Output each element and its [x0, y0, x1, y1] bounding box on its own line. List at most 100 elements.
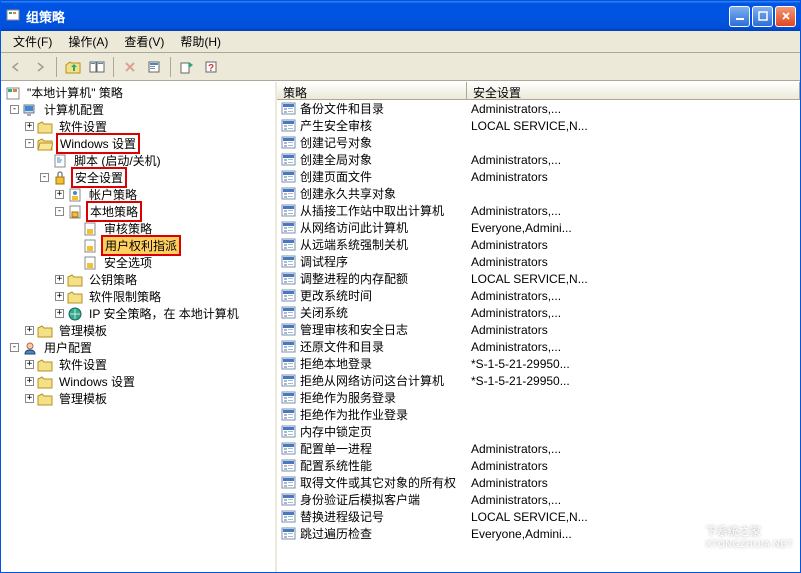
- list-row[interactable]: 还原文件和目录Administrators,...: [277, 338, 800, 355]
- list-row[interactable]: 拒绝作为批作业登录: [277, 406, 800, 423]
- list-row[interactable]: 调试程序Administrators: [277, 253, 800, 270]
- policy-setting-icon: [281, 357, 297, 370]
- menu-action[interactable]: 操作(A): [60, 31, 116, 52]
- expand-icon[interactable]: +: [22, 323, 37, 338]
- policy-setting-icon: [281, 459, 297, 472]
- collapse-icon[interactable]: -: [37, 170, 52, 185]
- policy-setting-icon: [281, 255, 297, 268]
- tree-user-rights[interactable]: 用户权利指派: [1, 237, 275, 254]
- list-row[interactable]: 拒绝本地登录*S-1-5-21-29950...: [277, 355, 800, 372]
- close-button[interactable]: [775, 6, 796, 27]
- collapse-icon[interactable]: -: [22, 136, 37, 151]
- column-policy[interactable]: 策略: [277, 82, 467, 100]
- tree-computer-config[interactable]: - 计算机配置: [1, 101, 275, 118]
- policy-setting-icon: [281, 221, 297, 234]
- tree-user-config[interactable]: - 用户配置: [1, 339, 275, 356]
- expand-icon[interactable]: +: [22, 374, 37, 389]
- list-row[interactable]: 跳过遍历检查Everyone,Admini...: [277, 525, 800, 542]
- list-row[interactable]: 拒绝作为服务登录: [277, 389, 800, 406]
- list-row[interactable]: 产生安全审核LOCAL SERVICE,N...: [277, 117, 800, 134]
- list-row[interactable]: 创建页面文件Administrators: [277, 168, 800, 185]
- tree-scripts[interactable]: 脚本 (启动/关机): [1, 152, 275, 169]
- policy-setting-icon: [281, 170, 297, 183]
- ip-icon: [67, 306, 83, 322]
- collapse-icon[interactable]: -: [7, 102, 22, 117]
- export-button[interactable]: [176, 56, 198, 78]
- delete-button: [119, 56, 141, 78]
- folder-icon: [37, 323, 53, 339]
- policy-setting-icon: [281, 476, 297, 489]
- menu-file[interactable]: 文件(F): [5, 31, 60, 52]
- list-row[interactable]: 拒绝从网络访问这台计算机*S-1-5-21-29950...: [277, 372, 800, 389]
- list-row[interactable]: 从网络访问此计算机Everyone,Admini...: [277, 219, 800, 236]
- list-row[interactable]: 管理审核和安全日志Administrators: [277, 321, 800, 338]
- script-icon: [52, 153, 68, 169]
- policy-name: 创建页面文件: [300, 168, 372, 185]
- collapse-icon[interactable]: -: [52, 204, 67, 219]
- tree-local-policy[interactable]: - 本地策略: [1, 203, 275, 220]
- tree-ip-security[interactable]: + IP 安全策略，在 本地计算机: [1, 305, 275, 322]
- tree-security-settings[interactable]: - 安全设置: [1, 169, 275, 186]
- policy-setting-icon: [281, 323, 297, 336]
- tree-windows-settings2[interactable]: + Windows 设置: [1, 373, 275, 390]
- list-row[interactable]: 备份文件和目录Administrators,...: [277, 100, 800, 117]
- tree-pane[interactable]: "本地计算机" 策略 - 计算机配置 + 软件设置 -: [1, 82, 277, 572]
- policy-name: 拒绝从网络访问这台计算机: [300, 372, 444, 389]
- computer-icon: [22, 102, 38, 118]
- expand-icon[interactable]: +: [52, 187, 67, 202]
- show-hide-button[interactable]: [86, 56, 108, 78]
- policy-name: 更改系统时间: [300, 287, 372, 304]
- column-setting[interactable]: 安全设置: [467, 82, 800, 100]
- svg-text:?: ?: [208, 63, 214, 74]
- expand-icon[interactable]: +: [52, 289, 67, 304]
- collapse-icon[interactable]: -: [7, 340, 22, 355]
- tree-software-settings2[interactable]: + 软件设置: [1, 356, 275, 373]
- minimize-button[interactable]: [729, 6, 750, 27]
- policy-setting-icon: [281, 102, 297, 115]
- tree-label: 管理模板: [56, 389, 110, 408]
- tree-windows-settings[interactable]: - Windows 设置: [1, 135, 275, 152]
- maximize-button[interactable]: [752, 6, 773, 27]
- expand-icon[interactable]: +: [22, 357, 37, 372]
- list-row[interactable]: 创建全局对象Administrators,...: [277, 151, 800, 168]
- tree-admin-templates[interactable]: + 管理模板: [1, 322, 275, 339]
- policy-name: 配置单一进程: [300, 440, 372, 457]
- forward-button: [29, 56, 51, 78]
- list-row[interactable]: 配置单一进程Administrators,...: [277, 440, 800, 457]
- list-row[interactable]: 创建记号对象: [277, 134, 800, 151]
- list-row[interactable]: 内存中锁定页: [277, 423, 800, 440]
- menubar: 文件(F) 操作(A) 查看(V) 帮助(H): [1, 31, 800, 53]
- folder-open-icon: [37, 136, 53, 152]
- policy-setting-icon: [281, 289, 297, 302]
- policy-value: Administrators,...: [467, 102, 800, 116]
- expand-icon[interactable]: +: [52, 272, 67, 287]
- policy-setting-icon: [281, 306, 297, 319]
- policy-setting-icon: [281, 153, 297, 166]
- tree-security-options[interactable]: 安全选项: [1, 254, 275, 271]
- tree-root[interactable]: "本地计算机" 策略: [1, 84, 275, 101]
- menu-help[interactable]: 帮助(H): [172, 31, 229, 52]
- expand-icon[interactable]: +: [52, 306, 67, 321]
- list-row[interactable]: 创建永久共享对象: [277, 185, 800, 202]
- tree-public-key[interactable]: + 公钥策略: [1, 271, 275, 288]
- list-row[interactable]: 关闭系统Administrators,...: [277, 304, 800, 321]
- expand-icon[interactable]: +: [22, 119, 37, 134]
- list-pane[interactable]: 策略 安全设置 备份文件和目录Administrators,...产生安全审核L…: [277, 82, 800, 572]
- list-row[interactable]: 取得文件或其它对象的所有权Administrators: [277, 474, 800, 491]
- up-button[interactable]: [62, 56, 84, 78]
- properties-button[interactable]: [143, 56, 165, 78]
- tree-admin-templates2[interactable]: + 管理模板: [1, 390, 275, 407]
- user-icon: [22, 340, 38, 356]
- list-row[interactable]: 替换进程级记号LOCAL SERVICE,N...: [277, 508, 800, 525]
- list-row[interactable]: 配置系统性能Administrators: [277, 457, 800, 474]
- list-row[interactable]: 身份验证后模拟客户端Administrators,...: [277, 491, 800, 508]
- list-row[interactable]: 调整进程的内存配额LOCAL SERVICE,N...: [277, 270, 800, 287]
- list-row[interactable]: 更改系统时间Administrators,...: [277, 287, 800, 304]
- policy-value: Administrators: [467, 255, 800, 269]
- list-row[interactable]: 从远端系统强制关机Administrators: [277, 236, 800, 253]
- help-button[interactable]: ?: [200, 56, 222, 78]
- list-row[interactable]: 从插接工作站中取出计算机Administrators,...: [277, 202, 800, 219]
- menu-view[interactable]: 查看(V): [116, 31, 172, 52]
- tree-software-restrict[interactable]: + 软件限制策略: [1, 288, 275, 305]
- expand-icon[interactable]: +: [22, 391, 37, 406]
